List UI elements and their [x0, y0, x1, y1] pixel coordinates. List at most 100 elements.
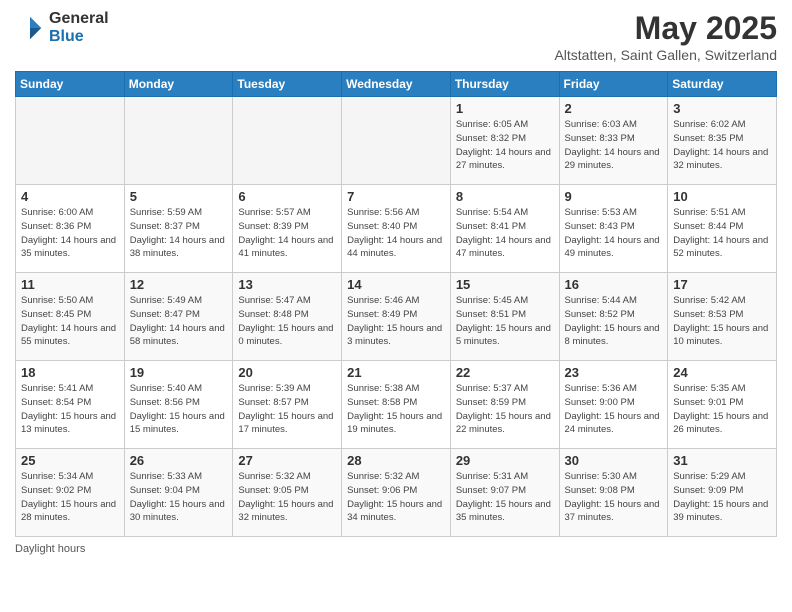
- day-info: Sunrise: 5:50 AMSunset: 8:45 PMDaylight:…: [21, 294, 119, 349]
- day-number: 16: [565, 277, 663, 292]
- logo-icon: [15, 13, 45, 43]
- day-number: 27: [238, 453, 336, 468]
- calendar-cell: 17 Sunrise: 5:42 AMSunset: 8:53 PMDayligh…: [668, 273, 777, 361]
- calendar-week-row: 11 Sunrise: 5:50 AMSunset: 8:45 PMDayligh…: [16, 273, 777, 361]
- day-number: 5: [130, 189, 228, 204]
- calendar-cell: [16, 97, 125, 185]
- day-number: 28: [347, 453, 445, 468]
- day-info: Sunrise: 5:51 AMSunset: 8:44 PMDaylight:…: [673, 206, 771, 261]
- logo-text: General Blue: [49, 10, 109, 45]
- calendar-cell: 5 Sunrise: 5:59 AMSunset: 8:37 PMDaylight…: [124, 185, 233, 273]
- column-header-friday: Friday: [559, 72, 668, 97]
- day-info: Sunrise: 5:41 AMSunset: 8:54 PMDaylight:…: [21, 382, 119, 437]
- day-info: Sunrise: 5:44 AMSunset: 8:52 PMDaylight:…: [565, 294, 663, 349]
- column-header-wednesday: Wednesday: [342, 72, 451, 97]
- calendar-cell: 22 Sunrise: 5:37 AMSunset: 8:59 PMDayligh…: [450, 361, 559, 449]
- page-header: General Blue May 2025 Altstatten, Saint …: [15, 10, 777, 63]
- calendar-cell: 14 Sunrise: 5:46 AMSunset: 8:49 PMDayligh…: [342, 273, 451, 361]
- day-number: 31: [673, 453, 771, 468]
- day-info: Sunrise: 5:57 AMSunset: 8:39 PMDaylight:…: [238, 206, 336, 261]
- calendar-cell: 11 Sunrise: 5:50 AMSunset: 8:45 PMDayligh…: [16, 273, 125, 361]
- day-number: 11: [21, 277, 119, 292]
- calendar-cell: 7 Sunrise: 5:56 AMSunset: 8:40 PMDaylight…: [342, 185, 451, 273]
- day-number: 7: [347, 189, 445, 204]
- calendar-cell: 9 Sunrise: 5:53 AMSunset: 8:43 PMDaylight…: [559, 185, 668, 273]
- day-number: 21: [347, 365, 445, 380]
- day-info: Sunrise: 5:37 AMSunset: 8:59 PMDaylight:…: [456, 382, 554, 437]
- column-header-thursday: Thursday: [450, 72, 559, 97]
- day-info: Sunrise: 5:32 AMSunset: 9:05 PMDaylight:…: [238, 470, 336, 525]
- footer-note: Daylight hours: [15, 543, 777, 555]
- day-info: Sunrise: 5:35 AMSunset: 9:01 PMDaylight:…: [673, 382, 771, 437]
- day-number: 25: [21, 453, 119, 468]
- day-number: 23: [565, 365, 663, 380]
- calendar-cell: 16 Sunrise: 5:44 AMSunset: 8:52 PMDayligh…: [559, 273, 668, 361]
- calendar-cell: [124, 97, 233, 185]
- calendar-cell: 13Sunrise: 5:47 AMSunset: 8:48 PMDayligh…: [233, 273, 342, 361]
- day-info: Sunrise: 5:49 AMSunset: 8:47 PMDaylight:…: [130, 294, 228, 349]
- calendar-cell: 28Sunrise: 5:32 AMSunset: 9:06 PMDayligh…: [342, 449, 451, 537]
- calendar-cell: 24 Sunrise: 5:35 AMSunset: 9:01 PMDayligh…: [668, 361, 777, 449]
- day-number: 17: [673, 277, 771, 292]
- day-number: 15: [456, 277, 554, 292]
- calendar-cell: 18 Sunrise: 5:41 AMSunset: 8:54 PMDayligh…: [16, 361, 125, 449]
- day-number: 1: [456, 101, 554, 116]
- day-number: 12: [130, 277, 228, 292]
- day-number: 20: [238, 365, 336, 380]
- day-info: Sunrise: 5:47 AMSunset: 8:48 PMDaylight:…: [238, 294, 336, 349]
- calendar-cell: 2 Sunrise: 6:03 AMSunset: 8:33 PMDaylight…: [559, 97, 668, 185]
- logo-general-text: General: [49, 10, 109, 28]
- day-number: 24: [673, 365, 771, 380]
- calendar-cell: 30Sunrise: 5:30 AMSunset: 9:08 PMDayligh…: [559, 449, 668, 537]
- column-header-saturday: Saturday: [668, 72, 777, 97]
- day-info: Sunrise: 5:45 AMSunset: 8:51 PMDaylight:…: [456, 294, 554, 349]
- calendar-cell: 31 Sunrise: 5:29 AMSunset: 9:09 PMDayligh…: [668, 449, 777, 537]
- location-text: Altstatten, Saint Gallen, Switzerland: [554, 47, 777, 63]
- calendar-week-row: 25Sunrise: 5:34 AMSunset: 9:02 PMDayligh…: [16, 449, 777, 537]
- calendar-week-row: 1Sunrise: 6:05 AMSunset: 8:32 PMDaylight…: [16, 97, 777, 185]
- day-info: Sunrise: 5:38 AMSunset: 8:58 PMDaylight:…: [347, 382, 445, 437]
- calendar-table: SundayMondayTuesdayWednesdayThursdayFrid…: [15, 71, 777, 537]
- calendar-week-row: 18 Sunrise: 5:41 AMSunset: 8:54 PMDayligh…: [16, 361, 777, 449]
- day-info: Sunrise: 5:36 AMSunset: 9:00 PMDaylight:…: [565, 382, 663, 437]
- calendar-cell: 19 Sunrise: 5:40 AMSunset: 8:56 PMDayligh…: [124, 361, 233, 449]
- day-info: Sunrise: 6:00 AMSunset: 8:36 PMDaylight:…: [21, 206, 119, 261]
- day-info: Sunrise: 5:40 AMSunset: 8:56 PMDaylight:…: [130, 382, 228, 437]
- day-number: 19: [130, 365, 228, 380]
- day-info: Sunrise: 5:46 AMSunset: 8:49 PMDaylight:…: [347, 294, 445, 349]
- calendar-cell: [233, 97, 342, 185]
- column-header-monday: Monday: [124, 72, 233, 97]
- calendar-cell: 25Sunrise: 5:34 AMSunset: 9:02 PMDayligh…: [16, 449, 125, 537]
- calendar-header-row: SundayMondayTuesdayWednesdayThursdayFrid…: [16, 72, 777, 97]
- calendar-cell: 12 Sunrise: 5:49 AMSunset: 8:47 PMDayligh…: [124, 273, 233, 361]
- day-info: Sunrise: 5:30 AMSunset: 9:08 PMDaylight:…: [565, 470, 663, 525]
- day-number: 3: [673, 101, 771, 116]
- day-info: Sunrise: 5:31 AMSunset: 9:07 PMDaylight:…: [456, 470, 554, 525]
- day-info: Sunrise: 5:59 AMSunset: 8:37 PMDaylight:…: [130, 206, 228, 261]
- calendar-cell: 26Sunrise: 5:33 AMSunset: 9:04 PMDayligh…: [124, 449, 233, 537]
- column-header-sunday: Sunday: [16, 72, 125, 97]
- day-info: Sunrise: 6:03 AMSunset: 8:33 PMDaylight:…: [565, 118, 663, 173]
- calendar-cell: 10Sunrise: 5:51 AMSunset: 8:44 PMDayligh…: [668, 185, 777, 273]
- day-number: 6: [238, 189, 336, 204]
- day-info: Sunrise: 6:02 AMSunset: 8:35 PMDaylight:…: [673, 118, 771, 173]
- day-info: Sunrise: 5:33 AMSunset: 9:04 PMDaylight:…: [130, 470, 228, 525]
- day-info: Sunrise: 5:53 AMSunset: 8:43 PMDaylight:…: [565, 206, 663, 261]
- day-number: 2: [565, 101, 663, 116]
- calendar-cell: 15 Sunrise: 5:45 AMSunset: 8:51 PMDayligh…: [450, 273, 559, 361]
- calendar-cell: 8Sunrise: 5:54 AMSunset: 8:41 PMDaylight…: [450, 185, 559, 273]
- calendar-cell: 29 Sunrise: 5:31 AMSunset: 9:07 PMDayligh…: [450, 449, 559, 537]
- logo-blue-text: Blue: [49, 28, 109, 46]
- day-info: Sunrise: 5:42 AMSunset: 8:53 PMDaylight:…: [673, 294, 771, 349]
- day-number: 29: [456, 453, 554, 468]
- day-number: 18: [21, 365, 119, 380]
- calendar-week-row: 4Sunrise: 6:00 AMSunset: 8:36 PMDaylight…: [16, 185, 777, 273]
- day-info: Sunrise: 5:39 AMSunset: 8:57 PMDaylight:…: [238, 382, 336, 437]
- day-number: 22: [456, 365, 554, 380]
- day-info: Sunrise: 5:29 AMSunset: 9:09 PMDaylight:…: [673, 470, 771, 525]
- day-info: Sunrise: 5:56 AMSunset: 8:40 PMDaylight:…: [347, 206, 445, 261]
- column-header-tuesday: Tuesday: [233, 72, 342, 97]
- day-number: 9: [565, 189, 663, 204]
- day-number: 14: [347, 277, 445, 292]
- month-title: May 2025: [554, 10, 777, 47]
